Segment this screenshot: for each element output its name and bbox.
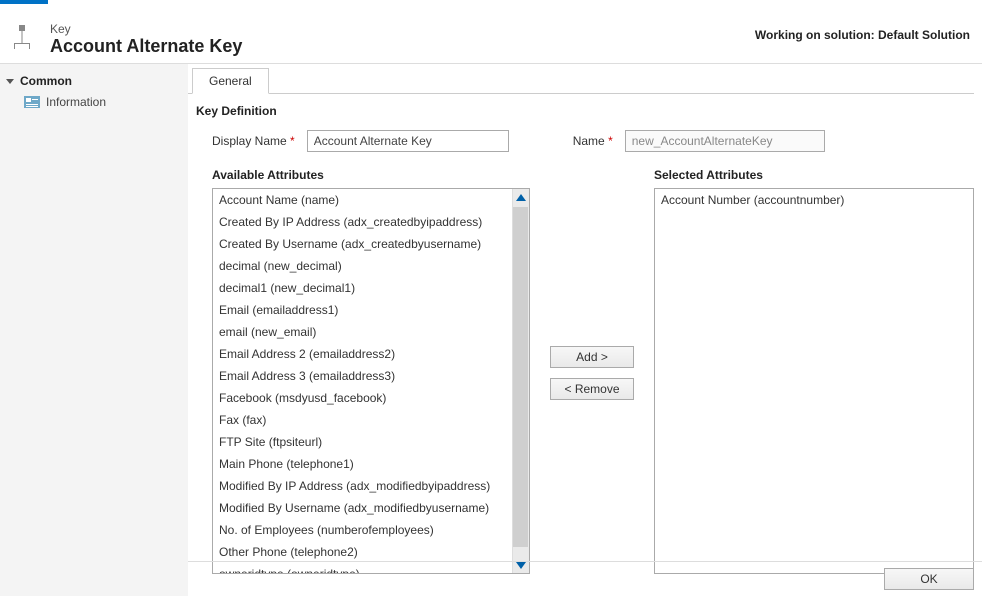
name-label-text: Name [573, 134, 605, 148]
tab-bar: General [188, 64, 974, 94]
available-option[interactable]: FTP Site (ftpsiteurl) [213, 431, 511, 453]
sidebar-item-information[interactable]: Information [0, 92, 188, 112]
scroll-up-icon[interactable] [513, 189, 529, 205]
available-option[interactable]: decimal1 (new_decimal1) [213, 277, 511, 299]
available-option[interactable]: Modified By Username (adx_modifiedbyuser… [213, 497, 511, 519]
available-option[interactable]: Facebook (msdyusd_facebook) [213, 387, 511, 409]
available-attributes-listbox[interactable]: Account Name (name)Created By IP Address… [212, 188, 530, 574]
available-option[interactable]: Email (emailaddress1) [213, 299, 511, 321]
required-asterisk: * [290, 134, 295, 148]
sidebar-group-label: Common [20, 74, 72, 88]
page-eyebrow: Key [50, 22, 242, 36]
name-label: Name * [573, 134, 613, 148]
scroll-thumb[interactable] [513, 207, 528, 547]
available-option[interactable]: Main Phone (telephone1) [213, 453, 511, 475]
sidebar: Common Information [0, 64, 188, 596]
available-option[interactable]: decimal (new_decimal) [213, 255, 511, 277]
section-title: Key Definition [188, 100, 974, 130]
page-title: Account Alternate Key [50, 36, 242, 57]
name-input[interactable] [625, 130, 825, 152]
available-option[interactable]: owneridtype (owneridtype) [213, 563, 511, 573]
available-option[interactable]: Created By IP Address (adx_createdbyipad… [213, 211, 511, 233]
available-option[interactable]: No. of Employees (numberofemployees) [213, 519, 511, 541]
display-name-label: Display Name * [212, 134, 295, 148]
remove-button[interactable]: < Remove [550, 378, 634, 400]
divider [188, 561, 982, 562]
available-option[interactable]: Fax (fax) [213, 409, 511, 431]
key-entity-icon [12, 24, 42, 56]
available-option[interactable]: Other Phone (telephone2) [213, 541, 511, 563]
available-option[interactable]: Email Address 2 (emailaddress2) [213, 343, 511, 365]
solution-context: Working on solution: Default Solution [755, 28, 970, 42]
available-option[interactable]: Created By Username (adx_createdbyuserna… [213, 233, 511, 255]
available-option[interactable]: email (new_email) [213, 321, 511, 343]
sidebar-item-label: Information [46, 95, 106, 109]
info-card-icon [24, 95, 40, 109]
available-scrollbar[interactable] [512, 189, 529, 573]
selected-attributes-label: Selected Attributes [654, 168, 974, 188]
add-button[interactable]: Add > [550, 346, 634, 368]
caret-down-icon [6, 79, 14, 84]
available-attributes-label: Available Attributes [212, 168, 530, 188]
remove-button-label: < Remove [564, 382, 619, 396]
available-option[interactable]: Modified By IP Address (adx_modifiedbyip… [213, 475, 511, 497]
required-asterisk: * [608, 134, 613, 148]
tab-general[interactable]: General [192, 68, 269, 94]
ok-button-label: OK [920, 572, 937, 586]
available-option[interactable]: Account Name (name) [213, 189, 511, 211]
tab-general-label: General [209, 74, 252, 88]
display-name-input[interactable] [307, 130, 509, 152]
available-option[interactable]: Email Address 3 (emailaddress3) [213, 365, 511, 387]
ok-button[interactable]: OK [884, 568, 974, 590]
selected-attributes-listbox[interactable]: Account Number (accountnumber) [654, 188, 974, 574]
sidebar-group-common[interactable]: Common [0, 70, 188, 92]
selected-option[interactable]: Account Number (accountnumber) [655, 189, 973, 211]
display-name-label-text: Display Name [212, 134, 287, 148]
scroll-down-icon[interactable] [513, 557, 529, 573]
add-button-label: Add > [576, 350, 608, 364]
